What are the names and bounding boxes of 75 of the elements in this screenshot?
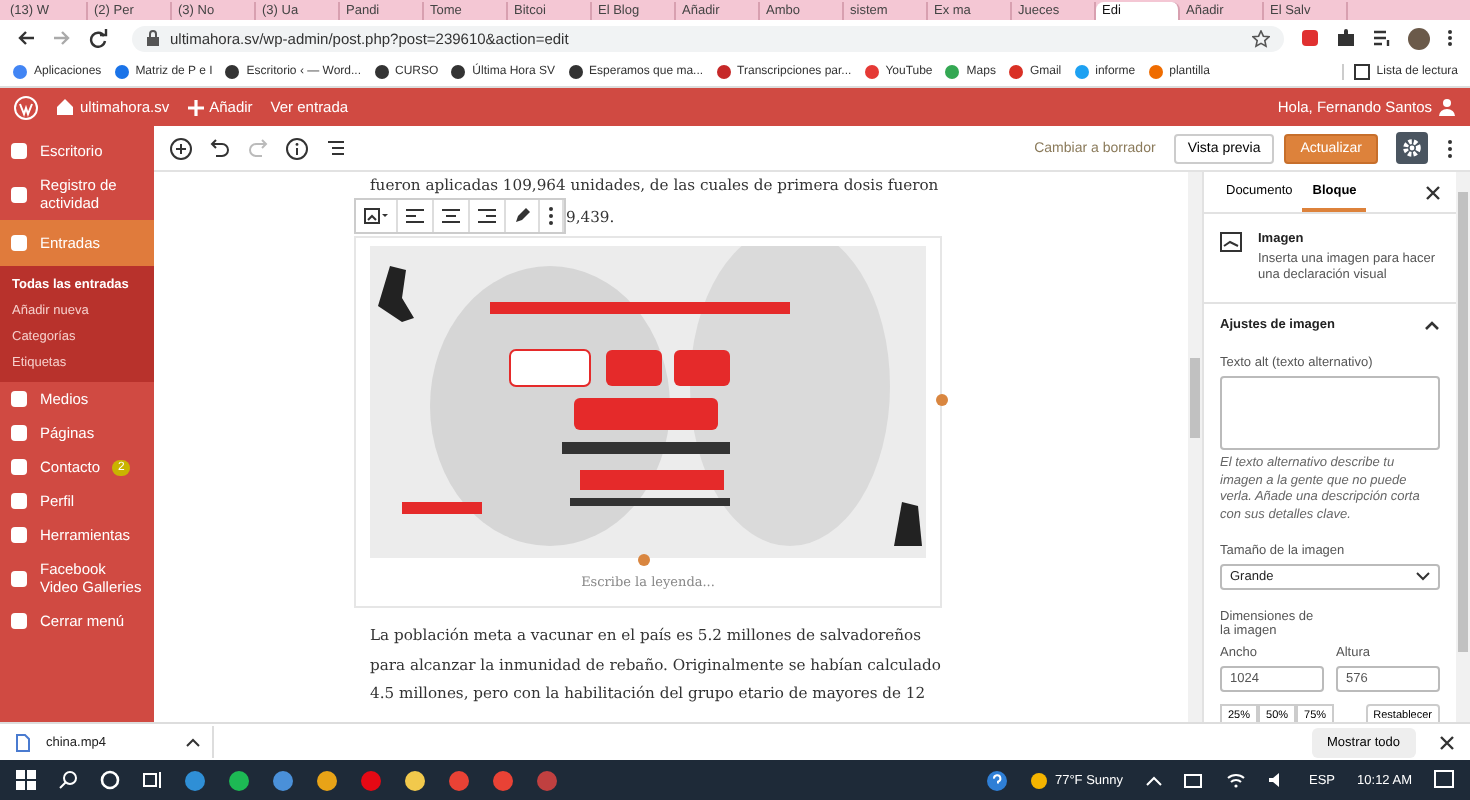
chevron-up-icon [1424, 320, 1440, 330]
circle-icon [373, 63, 389, 79]
align-center-icon [442, 208, 460, 225]
more-icon [548, 206, 554, 227]
square-icon [10, 185, 28, 203]
close-icon[interactable] [1426, 185, 1440, 199]
pencil-icon [514, 208, 530, 225]
square-icon [10, 424, 28, 442]
chevron-up-icon[interactable] [1145, 775, 1162, 785]
circle-icon [12, 63, 28, 79]
app-icon[interactable] [272, 769, 294, 791]
circle-icon[interactable] [100, 770, 120, 790]
square-icon [10, 569, 28, 587]
settings-button[interactable] [1396, 132, 1428, 164]
person-icon [1438, 98, 1456, 116]
chevron-up-icon [186, 737, 200, 747]
search-icon[interactable] [58, 770, 78, 790]
circle-icon [1007, 63, 1024, 79]
align-right-icon [478, 208, 496, 225]
circle-icon [1073, 63, 1090, 79]
puzzle-icon[interactable] [1336, 28, 1356, 48]
star-icon[interactable] [1252, 29, 1270, 47]
reload-icon[interactable] [88, 28, 108, 48]
wifi-icon[interactable] [1225, 772, 1246, 788]
battery-icon[interactable] [1183, 773, 1204, 787]
circle-icon [863, 63, 880, 79]
app-icon[interactable] [316, 769, 338, 791]
file-icon [16, 733, 30, 751]
square-icon [10, 526, 28, 544]
app-icon[interactable] [228, 769, 250, 791]
help-icon[interactable] [986, 769, 1009, 791]
app-icon[interactable] [184, 769, 206, 791]
square-icon [10, 142, 28, 160]
square-icon [10, 612, 28, 630]
alt-text-field[interactable] [1220, 376, 1440, 450]
square-icon [10, 492, 28, 510]
app-icon[interactable] [404, 769, 426, 791]
undo-icon[interactable] [210, 138, 230, 158]
image-icon [1220, 232, 1242, 252]
list-view-icon[interactable] [326, 138, 346, 158]
close-icon[interactable] [1440, 735, 1454, 749]
circle-icon [1147, 63, 1164, 79]
wordpress-logo-icon[interactable] [14, 95, 38, 119]
avatar-icon[interactable] [1408, 27, 1430, 49]
circle-icon [450, 63, 467, 79]
task-view-icon[interactable] [142, 770, 162, 790]
circle-icon [224, 63, 241, 79]
plus-icon [187, 99, 204, 115]
back-icon[interactable] [16, 28, 36, 48]
more-options-icon[interactable] [1446, 137, 1454, 159]
home-icon [56, 98, 74, 116]
resize-handle[interactable] [936, 394, 948, 407]
align-left-icon [406, 208, 424, 225]
add-block-icon[interactable] [170, 137, 192, 159]
square-icon [10, 390, 28, 408]
info-icon[interactable] [286, 137, 308, 159]
scrollbar[interactable] [1456, 172, 1470, 722]
scrollbar[interactable] [1188, 172, 1202, 722]
extension-icon[interactable] [1300, 28, 1320, 48]
lock-icon [146, 30, 160, 46]
circle-icon [113, 63, 130, 79]
notification-icon[interactable] [1434, 770, 1454, 790]
windows-logo-icon[interactable] [16, 770, 36, 790]
chevron-down-icon [1416, 572, 1430, 582]
more-icon[interactable] [1446, 28, 1454, 48]
circle-icon [944, 63, 961, 79]
gear-icon [1402, 138, 1422, 158]
circle-icon [567, 63, 584, 79]
image-icon [364, 207, 388, 226]
playlist-icon[interactable] [1372, 28, 1392, 48]
circle-icon [715, 63, 732, 79]
sun-icon [1030, 771, 1049, 789]
square-icon [10, 458, 28, 476]
square-icon [1354, 63, 1371, 79]
square-icon [10, 234, 28, 252]
